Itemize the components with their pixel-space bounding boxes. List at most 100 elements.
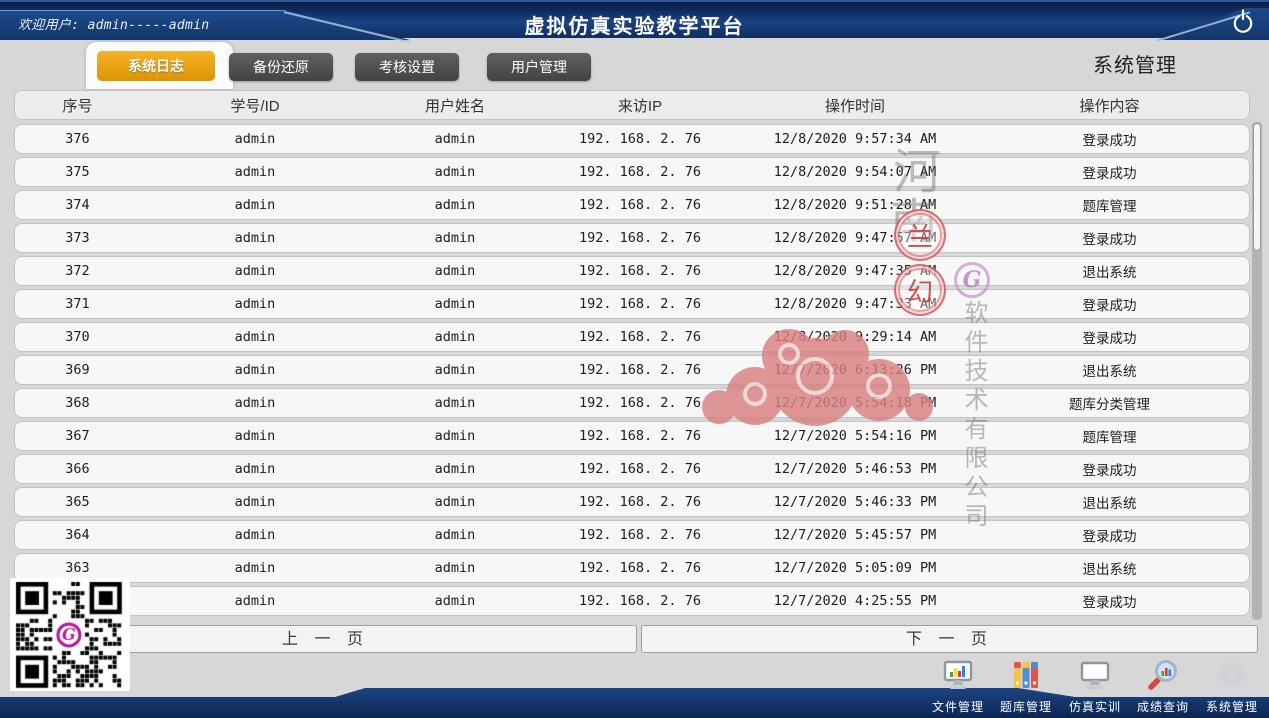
cell-id: admin [140, 494, 370, 510]
cell-op: 登录成功 [970, 228, 1249, 248]
dock-item-question-bank[interactable]: 题库管理 [992, 659, 1060, 715]
table-row: 376 admin admin 192. 168. 2. 76 12/8/202… [14, 124, 1250, 154]
scrollbar-thumb[interactable] [1253, 123, 1261, 251]
dock-label: 题库管理 [1000, 698, 1052, 715]
cell-time: 12/8/2020 9:47:33 AM [740, 296, 970, 312]
col-header-ip: 来访IP [540, 95, 740, 116]
cell-op: 退出系统 [970, 261, 1249, 281]
dock-item-simulation-training[interactable]: 仿真实训 [1061, 659, 1129, 715]
table-row: 372 admin admin 192. 168. 2. 76 12/8/202… [14, 256, 1250, 286]
cell-name: admin [370, 197, 540, 213]
table-row: 364 admin admin 192. 168. 2. 76 12/7/202… [14, 520, 1250, 550]
cell-time: 12/7/2020 5:54:18 PM [740, 395, 970, 411]
next-page-button[interactable]: 下 一 页 [641, 625, 1258, 653]
cell-name: admin [370, 593, 540, 609]
gear-icon [1216, 659, 1248, 691]
app-title: 虚拟仿真实验教学平台 [0, 10, 1269, 39]
cell-name: admin [370, 428, 540, 444]
cell-time: 12/7/2020 5:46:53 PM [740, 461, 970, 477]
cell-time: 12/8/2020 9:29:14 AM [740, 329, 970, 345]
cell-id: admin [140, 428, 370, 444]
table-row: admin admin 192. 168. 2. 76 12/7/2020 4:… [14, 586, 1250, 616]
monitor-icon [1079, 659, 1111, 691]
cell-no: 364 [15, 527, 140, 543]
cell-time: 12/8/2020 9:47:57 AM [740, 230, 970, 246]
cell-ip: 192. 168. 2. 76 [540, 527, 740, 543]
cell-op: 登录成功 [970, 327, 1249, 347]
cell-no: 365 [15, 494, 140, 510]
cell-id: admin [140, 263, 370, 279]
tab-assessment-settings[interactable]: 考核设置 [355, 53, 459, 81]
cell-time: 12/7/2020 5:05:09 PM [740, 560, 970, 576]
col-header-id: 学号/ID [140, 95, 370, 116]
table-row: 365 admin admin 192. 168. 2. 76 12/7/202… [14, 487, 1250, 517]
table-row: 366 admin admin 192. 168. 2. 76 12/7/202… [14, 454, 1250, 484]
table-row: 363 admin admin 192. 168. 2. 76 12/7/202… [14, 553, 1250, 583]
dock-item-system-management[interactable]: 系统管理 [1198, 659, 1266, 715]
cell-time: 12/8/2020 9:51:28 AM [740, 197, 970, 213]
cell-name: admin [370, 329, 540, 345]
cell-op: 登录成功 [970, 525, 1249, 545]
cell-id: admin [140, 560, 370, 576]
cell-time: 12/8/2020 9:54:07 AM [740, 164, 970, 180]
cell-no: 375 [15, 164, 140, 180]
cell-name: admin [370, 560, 540, 576]
cell-ip: 192. 168. 2. 76 [540, 296, 740, 312]
dock-label: 文件管理 [932, 698, 984, 715]
cell-id: admin [140, 197, 370, 213]
binders-icon [1010, 659, 1042, 691]
cell-op: 登录成功 [970, 591, 1249, 611]
table-row: 371 admin admin 192. 168. 2. 76 12/8/202… [14, 289, 1250, 319]
cell-id: admin [140, 461, 370, 477]
cell-id: admin [140, 296, 370, 312]
cell-name: admin [370, 362, 540, 378]
cell-ip: 192. 168. 2. 76 [540, 560, 740, 576]
vertical-scrollbar[interactable] [1252, 122, 1262, 620]
cell-no: 366 [15, 461, 140, 477]
cell-op: 登录成功 [970, 162, 1249, 182]
tab-user-management[interactable]: 用户管理 [487, 53, 591, 81]
cell-op: 登录成功 [970, 294, 1249, 314]
tab-backup-restore[interactable]: 备份还原 [229, 53, 333, 81]
cell-time: 12/7/2020 6:13:26 PM [740, 362, 970, 378]
table-row: 369 admin admin 192. 168. 2. 76 12/7/202… [14, 355, 1250, 385]
cell-id: admin [140, 362, 370, 378]
col-header-time: 操作时间 [740, 95, 970, 116]
cell-op: 登录成功 [970, 459, 1249, 479]
cell-no: 371 [15, 296, 140, 312]
table-body: 376 admin admin 192. 168. 2. 76 12/8/202… [14, 124, 1250, 616]
cell-time: 12/7/2020 5:54:16 PM [740, 428, 970, 444]
dock-item-file-management[interactable]: 文件管理 [924, 659, 992, 715]
cell-op: 退出系统 [970, 360, 1249, 380]
cell-id: admin [140, 527, 370, 543]
cell-no: 363 [15, 560, 140, 576]
cell-no: 372 [15, 263, 140, 279]
cell-name: admin [370, 263, 540, 279]
cell-no: 370 [15, 329, 140, 345]
app-window: 欢迎用户: admin-----admin 虚拟仿真实验教学平台 系统日志 备份… [0, 0, 1269, 718]
dock-item-score-query[interactable]: 成绩查询 [1129, 659, 1197, 715]
cell-ip: 192. 168. 2. 76 [540, 263, 740, 279]
cell-id: admin [140, 131, 370, 147]
cell-name: admin [370, 164, 540, 180]
table-header-row: 序号 学号/ID 用户姓名 来访IP 操作时间 操作内容 [14, 90, 1250, 120]
table-row: 367 admin admin 192. 168. 2. 76 12/7/202… [14, 421, 1250, 451]
cell-no: 367 [15, 428, 140, 444]
cell-ip: 192. 168. 2. 76 [540, 197, 740, 213]
cell-ip: 192. 168. 2. 76 [540, 131, 740, 147]
power-icon[interactable] [1231, 9, 1255, 33]
cell-ip: 192. 168. 2. 76 [540, 461, 740, 477]
cell-id: admin [140, 164, 370, 180]
cell-ip: 192. 168. 2. 76 [540, 362, 740, 378]
cell-no: 374 [15, 197, 140, 213]
cell-no: 373 [15, 230, 140, 246]
tab-system-log[interactable]: 系统日志 [97, 51, 215, 81]
dock-label: 系统管理 [1206, 698, 1258, 715]
cell-no: 369 [15, 362, 140, 378]
cell-id: admin [140, 593, 370, 609]
cell-id: admin [140, 230, 370, 246]
table-row: 368 admin admin 192. 168. 2. 76 12/7/202… [14, 388, 1250, 418]
col-header-op: 操作内容 [970, 95, 1249, 116]
col-header-name: 用户姓名 [370, 95, 540, 116]
cell-name: admin [370, 461, 540, 477]
